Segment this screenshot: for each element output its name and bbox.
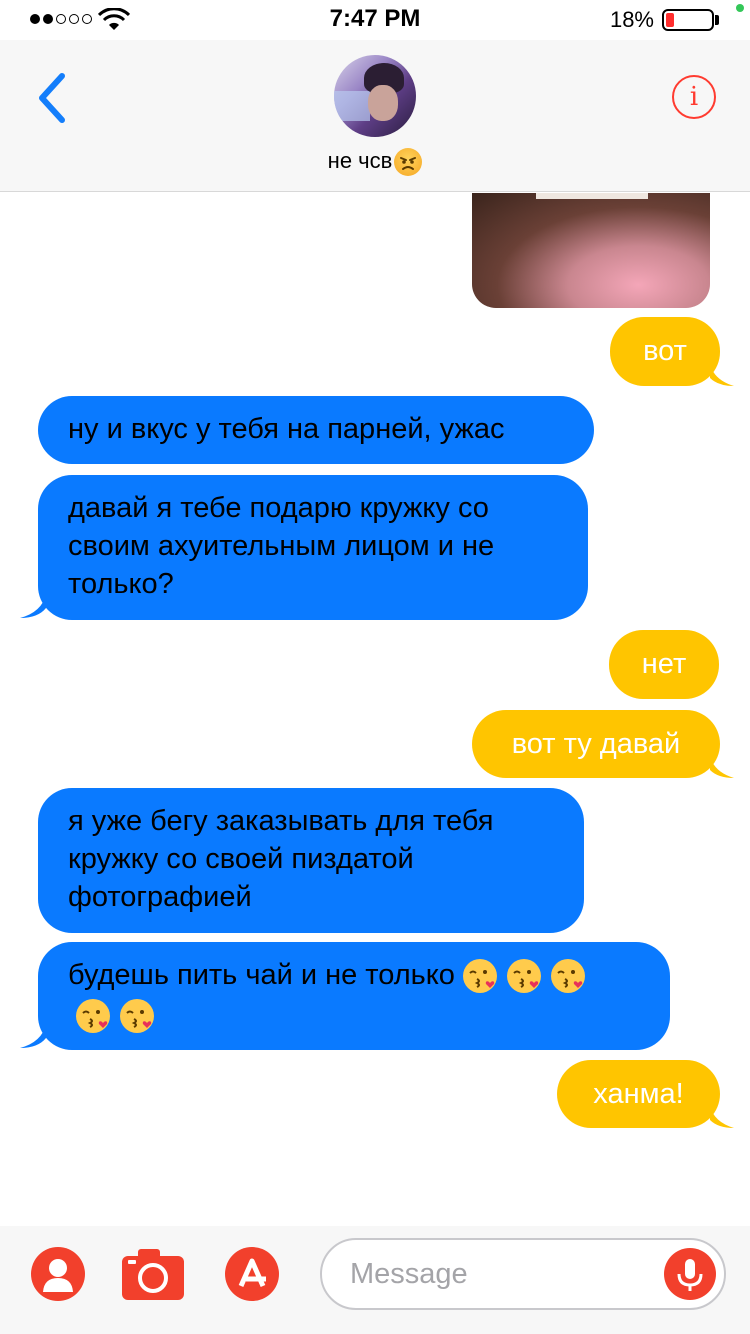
- outgoing-message-bubble[interactable]: ханма!: [557, 1060, 720, 1128]
- mic-in-use-indicator: [736, 4, 744, 12]
- contact-avatar[interactable]: [334, 55, 416, 137]
- message-line: своим ахуительным лицом и не: [68, 530, 495, 562]
- contact-name-text: не чсв: [327, 148, 393, 173]
- message-input[interactable]: [350, 1252, 650, 1296]
- outgoing-message-bubble[interactable]: вот ту давай: [472, 710, 720, 778]
- message-line: только?: [68, 568, 174, 600]
- message-text: нет: [641, 648, 687, 680]
- photo-attachment[interactable]: [472, 193, 710, 308]
- contact-name[interactable]: не чсв: [0, 148, 750, 177]
- microphone-icon[interactable]: [664, 1248, 716, 1300]
- app-store-icon[interactable]: [224, 1246, 280, 1302]
- kissing-heart-emoji: [76, 998, 110, 1033]
- incoming-message-bubble[interactable]: давай я тебе подарю кружку со своим ахуи…: [38, 475, 588, 620]
- message-line: будешь пить чай и не только: [68, 956, 640, 995]
- message-text: ханма!: [593, 1078, 684, 1110]
- message-text: вот: [643, 335, 687, 367]
- message-line: фотографией: [68, 881, 252, 913]
- angry-face-emoji: [394, 148, 423, 177]
- chevron-left-icon[interactable]: [30, 70, 76, 126]
- message-line: я уже бегу заказывать для тебя: [68, 805, 494, 837]
- kissing-heart-emoji: [550, 959, 585, 994]
- battery-percent: 18%: [609, 7, 654, 32]
- incoming-message-bubble[interactable]: ну и вкус у тебя на парней, ужас: [38, 396, 594, 464]
- composer-bar: [0, 1226, 750, 1334]
- message-text: ну и вкус у тебя на парней, ужас: [68, 413, 505, 445]
- message-text: вот ту давай: [511, 728, 681, 760]
- message-line: давай я тебе подарю кружку со: [68, 492, 489, 524]
- battery-tip: [715, 15, 719, 25]
- bubble-tail: [20, 1024, 46, 1048]
- bubble-tail: [20, 594, 46, 618]
- incoming-message-bubble[interactable]: будешь пить чай и не только: [38, 942, 670, 1050]
- message-line: кружку со своей пиздатой: [68, 843, 414, 875]
- incoming-message-bubble[interactable]: я уже бегу заказывать для тебя кружку со…: [38, 788, 584, 933]
- kissing-heart-emoji: [506, 959, 541, 994]
- bubble-tail: [710, 756, 734, 778]
- bubble-tail: [710, 364, 734, 386]
- kissing-heart-emoji: [120, 998, 154, 1033]
- outgoing-message-bubble[interactable]: вот: [610, 317, 720, 386]
- status-bar: 7:47 PM 18%: [0, 0, 750, 40]
- conversation-header: не чсв i: [0, 40, 750, 192]
- camera-icon[interactable]: [120, 1246, 186, 1302]
- message-text: будешь пить чай и не только: [68, 959, 455, 991]
- info-icon[interactable]: i: [672, 75, 716, 119]
- battery-level: [666, 13, 674, 27]
- kissing-heart-emoji: [462, 959, 497, 994]
- outgoing-message-bubble[interactable]: нет: [609, 630, 719, 699]
- person-icon[interactable]: [30, 1246, 86, 1302]
- message-input-field[interactable]: [320, 1238, 726, 1310]
- bubble-tail: [710, 1106, 734, 1128]
- battery-icon: [662, 9, 714, 31]
- message-line: [68, 995, 640, 1034]
